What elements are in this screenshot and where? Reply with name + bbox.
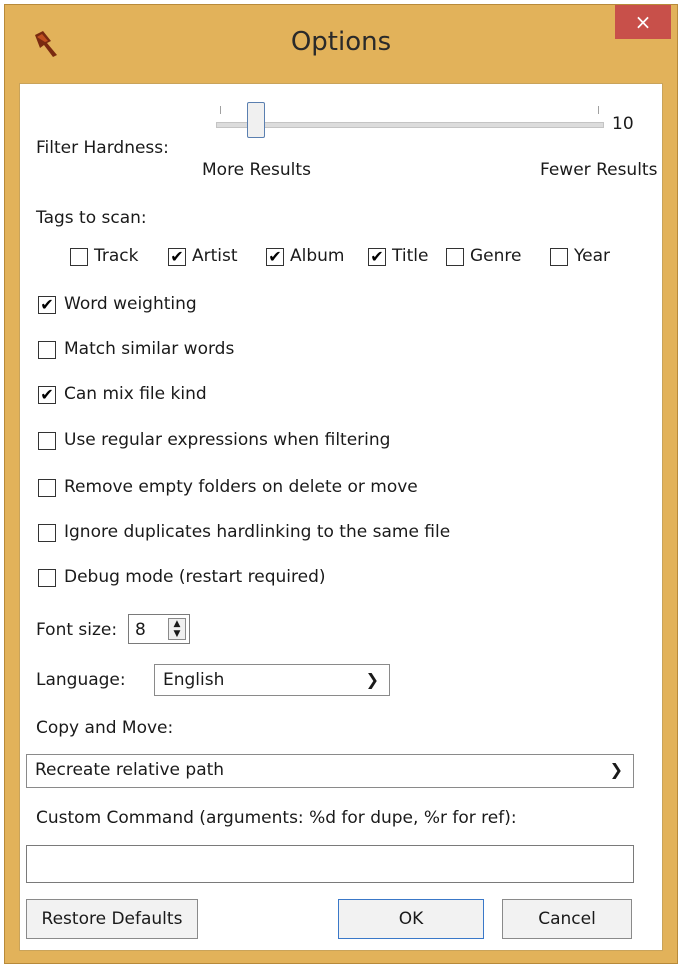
tag-artist-label: Artist bbox=[192, 246, 238, 266]
tag-album-checkbox[interactable]: ✔ bbox=[266, 248, 284, 266]
custom-command-label: Custom Command (arguments: %d for dupe, … bbox=[36, 808, 517, 828]
language-select[interactable]: English ❯ bbox=[154, 664, 390, 696]
debug-mode-label: Debug mode (restart required) bbox=[64, 567, 326, 587]
tag-genre-checkbox[interactable] bbox=[446, 248, 464, 266]
ignore-hardlinks-checkbox[interactable] bbox=[38, 524, 56, 542]
regex-filter-checkbox[interactable] bbox=[38, 432, 56, 450]
copy-move-select[interactable]: Recreate relative path ❯ bbox=[26, 754, 634, 788]
debug-mode-checkbox[interactable] bbox=[38, 569, 56, 587]
word-weighting-checkbox[interactable]: ✔ bbox=[38, 296, 56, 314]
cancel-button[interactable]: Cancel bbox=[502, 899, 632, 939]
options-panel: Filter Hardness: 10 More Results Fewer R… bbox=[19, 83, 663, 951]
tag-artist-checkbox[interactable]: ✔ bbox=[168, 248, 186, 266]
tag-track-label: Track bbox=[94, 246, 139, 266]
stepper-arrows-icon[interactable]: ▲ ▼ bbox=[168, 618, 186, 640]
slider-tick bbox=[598, 106, 599, 114]
match-similar-words-label: Match similar words bbox=[64, 339, 235, 359]
can-mix-file-kind-label: Can mix file kind bbox=[64, 384, 207, 404]
font-size-label: Font size: bbox=[36, 620, 118, 640]
filter-hardness-slider-thumb[interactable] bbox=[246, 102, 265, 138]
custom-command-input[interactable] bbox=[26, 845, 634, 883]
tag-title-label: Title bbox=[392, 246, 429, 266]
slider-tick bbox=[220, 106, 221, 114]
ignore-hardlinks-label: Ignore duplicates hardlinking to the sam… bbox=[64, 522, 451, 542]
font-size-value: 8 bbox=[135, 620, 146, 640]
can-mix-file-kind-checkbox[interactable]: ✔ bbox=[38, 386, 56, 404]
word-weighting-label: Word weighting bbox=[64, 294, 197, 314]
tag-title-checkbox[interactable]: ✔ bbox=[368, 248, 386, 266]
font-size-stepper[interactable]: 8 ▲ ▼ bbox=[128, 614, 190, 644]
match-similar-words-checkbox[interactable] bbox=[38, 341, 56, 359]
copy-move-value: Recreate relative path bbox=[35, 760, 225, 780]
chevron-down-icon: ❯ bbox=[609, 760, 623, 779]
tag-genre-label: Genre bbox=[470, 246, 522, 266]
filter-hardness-slider-track[interactable] bbox=[216, 122, 604, 128]
chevron-down-icon: ❯ bbox=[365, 670, 379, 689]
tag-year-label: Year bbox=[574, 246, 610, 266]
options-window: Options × Filter Hardness: 10 More Resul… bbox=[4, 4, 678, 964]
more-results-label: More Results bbox=[202, 160, 311, 180]
remove-empty-folders-label: Remove empty folders on delete or move bbox=[64, 477, 418, 497]
window-title: Options bbox=[290, 27, 392, 57]
filter-hardness-value: 10 bbox=[612, 114, 634, 134]
tag-album-label: Album bbox=[290, 246, 345, 266]
title-bar[interactable]: Options × bbox=[5, 5, 677, 83]
regex-filter-label: Use regular expressions when filtering bbox=[64, 430, 391, 450]
tags-to-scan-label: Tags to scan: bbox=[36, 208, 147, 228]
tag-track-checkbox[interactable] bbox=[70, 248, 88, 266]
restore-defaults-button[interactable]: Restore Defaults bbox=[26, 899, 198, 939]
ok-button[interactable]: OK bbox=[338, 899, 484, 939]
copy-move-label: Copy and Move: bbox=[36, 718, 174, 738]
fewer-results-label: Fewer Results bbox=[540, 160, 658, 180]
remove-empty-folders-checkbox[interactable] bbox=[38, 479, 56, 497]
filter-hardness-label: Filter Hardness: bbox=[36, 138, 169, 158]
language-value: English bbox=[163, 670, 225, 690]
language-label: Language: bbox=[36, 670, 126, 690]
close-button[interactable]: × bbox=[615, 5, 671, 39]
tag-year-checkbox[interactable] bbox=[550, 248, 568, 266]
